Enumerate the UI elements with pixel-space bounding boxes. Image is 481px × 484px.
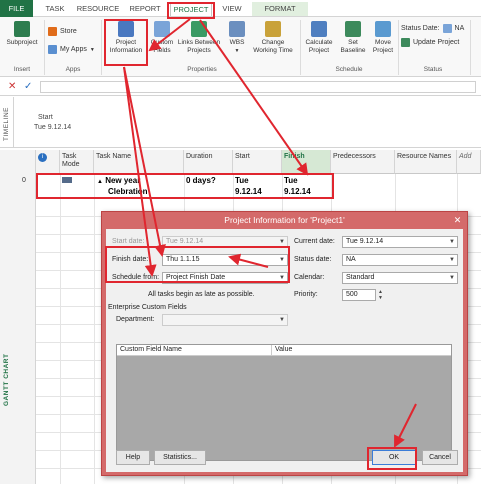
arrow-tab-to-button (148, 18, 191, 52)
arrow-button-to-finish-date (123, 66, 166, 257)
arrow-to-ok-button (394, 403, 417, 448)
annotation-arrows (123, 18, 417, 448)
arrow-to-finish-date-field (228, 253, 269, 268)
arrow-button-to-schedule-from (123, 66, 157, 277)
arrow-tab-to-finish-column (199, 19, 309, 176)
